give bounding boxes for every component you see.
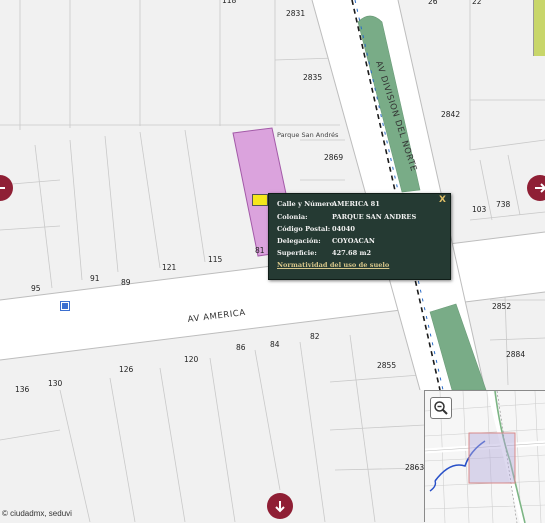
house-number: 26: [428, 0, 438, 6]
house-number: 89: [121, 278, 131, 287]
house-number: 136: [15, 385, 30, 394]
house-number: 82: [310, 332, 320, 341]
house-number: 22: [472, 0, 482, 6]
house-number: 2869: [324, 153, 343, 162]
popup-value: PARQUE SAN ANDRES: [332, 213, 417, 221]
zoom-level-tab[interactable]: [533, 0, 545, 56]
house-number: 2842: [441, 110, 460, 119]
arrow-down-icon: [275, 501, 285, 513]
popup-row-delegacion: Delegación: COYOACAN: [277, 237, 375, 245]
map-attribution: © ciudadmx, seduvi: [2, 509, 72, 518]
arrow-right-icon: [535, 183, 545, 193]
location-marker-icon[interactable]: [252, 194, 268, 206]
house-number: 2863: [405, 463, 424, 472]
popup-key: Superficie:: [277, 249, 317, 257]
popup-row-address: Calle y Número:AMERICA 81: [277, 200, 380, 208]
popup-value: 427.68 m2: [332, 249, 372, 257]
house-number: 81: [255, 246, 265, 255]
house-number: 115: [208, 255, 223, 264]
land-use-regulation-link[interactable]: Normatividad del uso de suelo: [277, 261, 389, 269]
house-number: 95: [31, 284, 41, 293]
house-number: 86: [236, 343, 246, 352]
magnifier-zoom-out-icon: [434, 401, 448, 415]
pan-down-button[interactable]: [267, 493, 293, 519]
house-number: 118: [222, 0, 237, 5]
arrow-left-icon: [0, 187, 5, 189]
house-number: 126: [119, 365, 134, 374]
popup-value: 04040: [332, 225, 355, 233]
parcel-info-popup: X Calle y Número:AMERICA 81 Colonia: PARQ…: [268, 193, 451, 280]
house-number: 103: [472, 205, 487, 214]
house-number: 738: [496, 200, 511, 209]
popup-key: Calle y Número:: [277, 200, 337, 208]
bus-stop-icon[interactable]: [60, 301, 70, 311]
place-label-parque-san-andres: Parque San Andrés: [277, 131, 339, 139]
popup-row-superficie: Superficie: 427.68 m2: [277, 249, 371, 257]
overview-map[interactable]: [424, 390, 545, 523]
close-icon[interactable]: X: [439, 195, 446, 205]
popup-key: Delegación:: [277, 237, 321, 245]
house-number: 121: [162, 263, 177, 272]
house-number: 120: [184, 355, 199, 364]
house-number: 130: [48, 379, 63, 388]
house-number: 2831: [286, 9, 305, 18]
house-number: 2884: [506, 350, 525, 359]
popup-row-colonia: Colonia: PARQUE SAN ANDRES: [277, 213, 416, 221]
popup-value: COYOACAN: [332, 237, 375, 245]
house-number: 84: [270, 340, 280, 349]
house-number: 91: [90, 274, 100, 283]
zoom-out-button[interactable]: [430, 397, 452, 419]
house-number: 2852: [492, 302, 511, 311]
popup-row-postal-code: Código Postal: 04040: [277, 225, 355, 233]
house-number: 2855: [377, 361, 396, 370]
house-number: 2835: [303, 73, 322, 82]
popup-key: Código Postal:: [277, 225, 331, 233]
popup-key: Colonia:: [277, 213, 308, 221]
popup-value: AMERICA 81: [332, 200, 380, 208]
